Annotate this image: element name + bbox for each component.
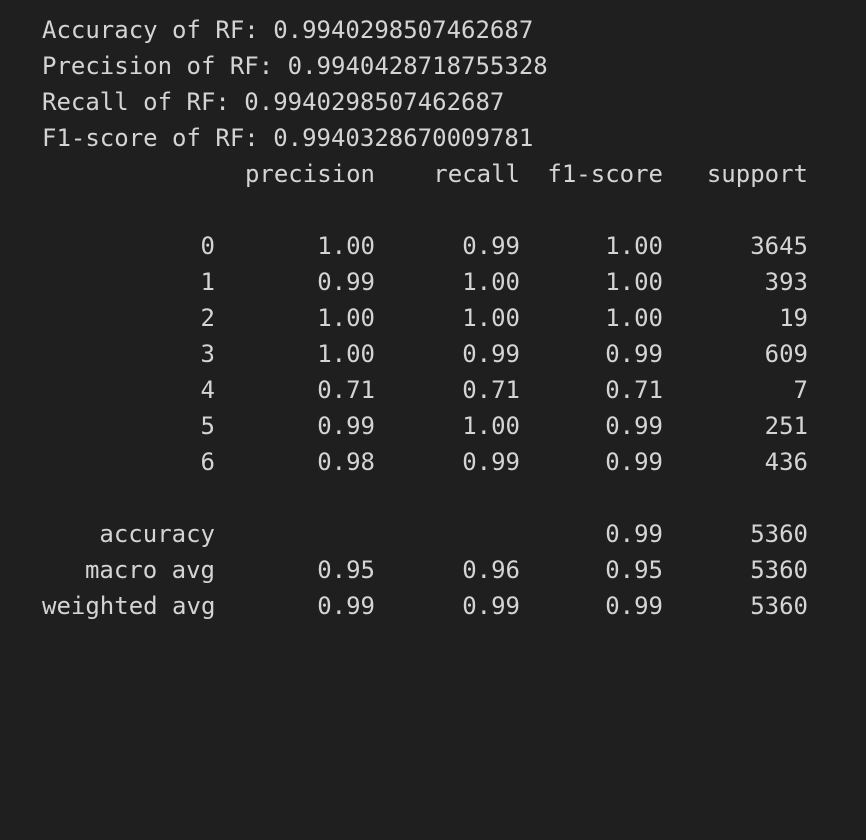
report-row-macro-avg: macro avg 0.95 0.96 0.95 5360	[42, 552, 842, 588]
cell-precision: 1.00	[317, 232, 375, 260]
cell-recall: 0.99	[462, 592, 520, 620]
report-row-class-1: 1 0.99 1.00 1.00 393	[42, 264, 842, 300]
report-row-class-6: 6 0.98 0.99 0.99 436	[42, 444, 842, 480]
header-f1-score: f1-score	[547, 160, 663, 188]
cell-support: 5360	[750, 592, 808, 620]
cell-support: 5360	[750, 556, 808, 584]
cell-recall: 0.71	[462, 376, 520, 404]
metric-value: 0.9940328670009781	[273, 124, 534, 152]
cell-recall: 1.00	[462, 304, 520, 332]
row-label: macro avg	[84, 556, 215, 584]
report-row-accuracy: accuracy 0.99 5360	[42, 516, 842, 552]
report-row-class-2: 2 1.00 1.00 1.00 19	[42, 300, 842, 336]
cell-precision: 0.99	[317, 268, 375, 296]
row-label: 2	[200, 304, 215, 332]
terminal-output: Accuracy of RF: 0.9940298507462687 Preci…	[42, 12, 842, 624]
metric-line-accuracy: Accuracy of RF: 0.9940298507462687	[42, 12, 842, 48]
cell-recall: 0.99	[462, 448, 520, 476]
row-label: 6	[200, 448, 215, 476]
cell-support: 3645	[750, 232, 808, 260]
metric-label: Accuracy of RF:	[42, 16, 274, 44]
cell-support: 393	[764, 268, 808, 296]
cell-support: 19	[779, 304, 808, 332]
cell-recall: 0.96	[462, 556, 520, 584]
cell-f1-score: 0.99	[605, 340, 663, 368]
report-row-class-5: 5 0.99 1.00 0.99 251	[42, 408, 842, 444]
row-label: 1	[200, 268, 215, 296]
metric-value: 0.9940428718755328	[287, 52, 548, 80]
metric-line-recall: Recall of RF: 0.9940298507462687	[42, 84, 842, 120]
cell-f1-score: 1.00	[605, 232, 663, 260]
cell-f1-score: 0.95	[605, 556, 663, 584]
metric-line-precision: Precision of RF: 0.9940428718755328	[42, 48, 842, 84]
row-label: 4	[200, 376, 215, 404]
row-label: accuracy	[99, 520, 215, 548]
cell-support: 5360	[750, 520, 808, 548]
cell-recall: 0.99	[462, 232, 520, 260]
metric-line-f1: F1-score of RF: 0.9940328670009781	[42, 120, 842, 156]
cell-precision: 0.98	[317, 448, 375, 476]
cell-precision: 0.71	[317, 376, 375, 404]
report-row-class-4: 4 0.71 0.71 0.71 7	[42, 372, 842, 408]
header-precision: precision	[244, 160, 375, 188]
metric-value: 0.9940298507462687	[273, 16, 534, 44]
report-row-weighted-avg: weighted avg 0.99 0.99 0.99 5360	[42, 588, 842, 624]
report-row-class-3: 3 1.00 0.99 0.99 609	[42, 336, 842, 372]
cell-f1-score: 1.00	[605, 304, 663, 332]
cell-f1-score: 0.99	[605, 412, 663, 440]
metric-value: 0.9940298507462687	[244, 88, 505, 116]
header-recall: recall	[433, 160, 520, 188]
cell-precision: 0.99	[317, 412, 375, 440]
header-support: support	[706, 160, 808, 188]
report-header-row: precision recall f1-score support	[42, 156, 842, 192]
cell-precision: 1.00	[317, 304, 375, 332]
cell-f1-score: 0.99	[605, 592, 663, 620]
row-label: 0	[200, 232, 215, 260]
row-label: weighted avg	[42, 592, 216, 620]
cell-f1-score: 1.00	[605, 268, 663, 296]
cell-precision: 0.95	[317, 556, 375, 584]
cell-support: 609	[764, 340, 808, 368]
metric-label: F1-score of RF:	[42, 124, 274, 152]
cell-precision: 0.99	[317, 592, 375, 620]
metric-label: Recall of RF:	[42, 88, 245, 116]
cell-support: 436	[764, 448, 808, 476]
cell-support: 251	[764, 412, 808, 440]
report-row-class-0: 0 1.00 0.99 1.00 3645	[42, 228, 842, 264]
cell-f1-score: 0.99	[605, 520, 663, 548]
cell-f1-score: 0.99	[605, 448, 663, 476]
row-label: 3	[200, 340, 215, 368]
cell-precision: 1.00	[317, 340, 375, 368]
cell-recall: 1.00	[462, 412, 520, 440]
cell-recall: 1.00	[462, 268, 520, 296]
metric-label: Precision of RF:	[42, 52, 288, 80]
cell-support: 7	[793, 376, 808, 404]
row-label: 5	[200, 412, 215, 440]
cell-recall: 0.99	[462, 340, 520, 368]
cell-f1-score: 0.71	[605, 376, 663, 404]
